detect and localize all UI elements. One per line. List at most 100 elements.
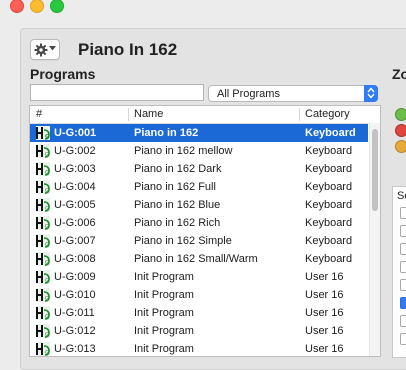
program-search-input[interactable] <box>30 84 204 101</box>
table-row[interactable]: G U-G:002 Piano in 162 mellow Keyboard <box>30 142 368 160</box>
zone-enable-checkbox[interactable] <box>400 207 406 219</box>
program-type-icon: G <box>36 342 50 356</box>
program-name: Piano in 162 Rich <box>134 217 221 229</box>
program-type-icon: G <box>36 252 50 269</box>
table-row[interactable]: G U-G:010 Init Program User 16 <box>30 286 368 304</box>
table-row[interactable]: G U-G:004 Piano in 162 Full Keyboard <box>30 178 368 196</box>
title-bar <box>0 0 406 14</box>
program-number: U-G:001 <box>54 127 97 139</box>
zone-enable-checkbox[interactable] <box>400 243 406 255</box>
program-number: U-G:002 <box>54 145 96 157</box>
table-row[interactable]: G U-G:011 Init Program User 16 <box>30 304 368 322</box>
zone-enable-checkbox[interactable] <box>400 297 406 309</box>
settings-menu-button[interactable] <box>30 39 60 60</box>
program-number: U-G:005 <box>54 199 96 211</box>
program-type-icon: G <box>36 180 50 197</box>
program-category: User 16 <box>305 289 344 301</box>
programs-table[interactable]: # Name Category G U-G:001 Piano in 162 Keyb… <box>29 105 381 357</box>
svg-text:G: G <box>45 350 49 356</box>
close-window-button[interactable] <box>10 0 24 13</box>
program-category: Keyboard <box>305 181 353 193</box>
zone-enable-checkbox[interactable] <box>400 279 406 291</box>
program-type-icon: G <box>36 144 50 161</box>
program-type-icon: G <box>36 306 50 323</box>
program-number: U-G:003 <box>54 163 96 175</box>
svg-text:G: G <box>45 332 49 338</box>
svg-text:G: G <box>45 134 49 140</box>
program-category: Keyboard <box>305 145 353 157</box>
svg-text:G: G <box>45 224 49 230</box>
zone-enable-checkbox[interactable] <box>400 315 406 327</box>
table-row[interactable]: G U-G:013 Init Program User 16 <box>30 340 368 356</box>
zone-enable-checkbox[interactable] <box>400 225 406 237</box>
table-header: # Name Category <box>30 106 380 124</box>
zone-enable-checkbox[interactable] <box>400 333 406 345</box>
program-number: U-G:007 <box>54 235 96 247</box>
select-arrows-icon <box>364 85 378 102</box>
vertical-scrollbar[interactable] <box>369 123 380 356</box>
program-filter-select[interactable]: All Programs <box>208 85 378 102</box>
program-type-icon: G <box>36 234 50 251</box>
program-number: U-G:011 <box>54 307 95 319</box>
program-type-icon: G <box>36 162 50 179</box>
zone-list: Se <box>392 186 406 358</box>
program-name: Piano in 162 Simple <box>134 235 232 247</box>
program-name: Piano in 162 Small/Warm <box>134 253 258 265</box>
program-filter-value: All Programs <box>217 88 280 100</box>
table-row[interactable]: G U-G:006 Piano in 162 Rich Keyboard <box>30 214 368 232</box>
program-type-icon: G <box>36 198 50 215</box>
program-category: Keyboard <box>305 253 353 265</box>
column-header-name[interactable]: Name <box>134 108 163 120</box>
zone-list-header: Se <box>397 190 406 202</box>
svg-text:G: G <box>45 314 49 320</box>
program-name: Init Program <box>134 307 194 319</box>
table-row[interactable]: G U-G:005 Piano in 162 Blue Keyboard <box>30 196 368 214</box>
column-header-category[interactable]: Category <box>305 108 350 120</box>
svg-text:G: G <box>45 188 49 194</box>
program-number: U-G:012 <box>54 325 96 337</box>
program-category: Keyboard <box>305 163 353 175</box>
zone-enable-checkbox[interactable] <box>400 261 406 273</box>
svg-text:G: G <box>45 278 49 284</box>
svg-text:G: G <box>45 152 49 158</box>
column-header-number[interactable]: # <box>36 108 42 120</box>
program-type-icon: G <box>36 216 50 233</box>
program-category: User 16 <box>305 325 344 337</box>
svg-text:G: G <box>45 206 49 212</box>
svg-text:G: G <box>45 242 49 248</box>
gear-icon <box>34 43 48 57</box>
program-name: Piano in 162 mellow <box>134 145 233 157</box>
program-name: Init Program <box>134 325 194 337</box>
program-category: Keyboard <box>305 199 353 211</box>
patch-title: Piano In 162 <box>78 40 178 59</box>
table-row[interactable]: G U-G:007 Piano in 162 Simple Keyboard <box>30 232 368 250</box>
table-row[interactable]: G U-G:012 Init Program User 16 <box>30 322 368 340</box>
program-number: U-G:008 <box>54 253 96 265</box>
program-number: U-G:004 <box>54 181 96 193</box>
table-row[interactable]: G U-G:009 Init Program User 16 <box>30 268 368 286</box>
program-name: Piano in 162 <box>134 127 199 139</box>
chevron-down-icon <box>49 46 56 51</box>
column-divider <box>128 108 129 121</box>
svg-text:G: G <box>45 260 49 266</box>
table-row[interactable]: G U-G:008 Piano in 162 Small/Warm Keyboard <box>30 250 368 268</box>
program-number: U-G:006 <box>54 217 96 229</box>
svg-text:G: G <box>45 296 49 302</box>
scrollbar-thumb[interactable] <box>372 129 378 211</box>
minimize-window-button[interactable] <box>30 0 44 13</box>
table-row[interactable]: G U-G:001 Piano in 162 Keyboard <box>30 124 368 142</box>
program-type-icon: G <box>36 126 50 143</box>
program-category: User 16 <box>305 271 344 283</box>
program-number: U-G:010 <box>54 289 96 301</box>
program-type-icon: G <box>36 288 50 305</box>
program-name: Piano in 162 Dark <box>134 163 222 175</box>
program-category: User 16 <box>305 307 344 319</box>
column-divider <box>299 108 300 121</box>
program-name: Init Program <box>134 289 194 301</box>
program-type-icon: G <box>36 270 50 287</box>
table-row[interactable]: G U-G:003 Piano in 162 Dark Keyboard <box>30 160 368 178</box>
svg-text:G: G <box>45 170 49 176</box>
zones-heading: Zo <box>392 66 406 82</box>
program-type-icon: G <box>36 324 50 341</box>
zoom-window-button[interactable] <box>50 0 64 13</box>
